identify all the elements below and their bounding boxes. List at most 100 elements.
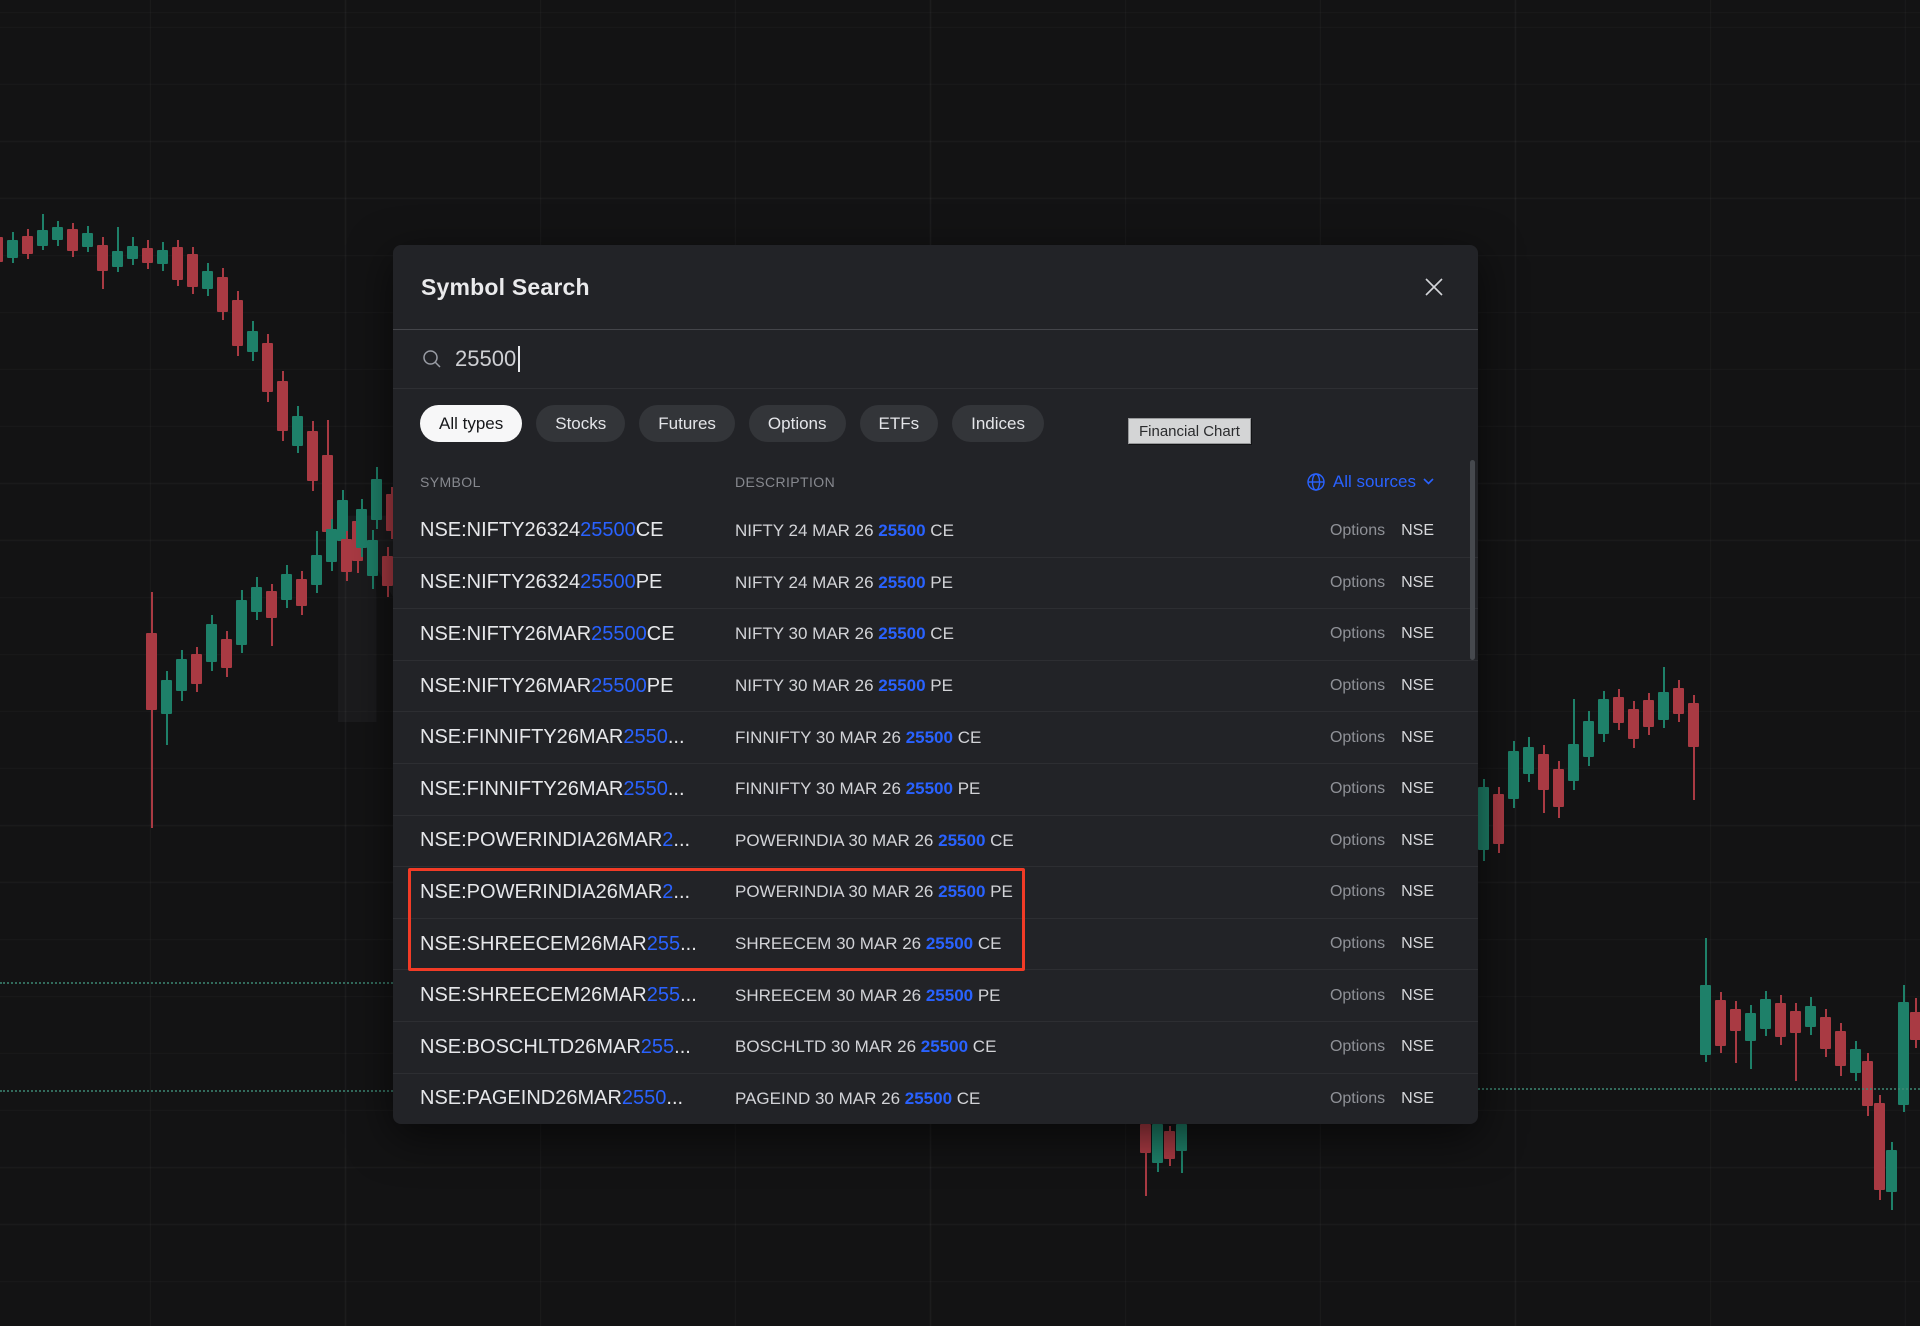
symbol-row[interactable]: NSE:PAGEIND26MAR2550... PAGEIND 30 MAR 2… xyxy=(393,1073,1478,1124)
sources-label: All sources xyxy=(1333,472,1416,492)
exchange-label: NSE xyxy=(1401,1090,1434,1108)
dotted-price-line xyxy=(0,982,393,984)
type-label: Options xyxy=(1330,935,1385,953)
exchange-label: NSE xyxy=(1401,574,1434,592)
scrollbar-thumb[interactable] xyxy=(1470,460,1475,660)
symbol-cell: NSE:NIFTY26MAR25500PE xyxy=(420,675,735,698)
type-label: Options xyxy=(1330,883,1385,901)
symbol-cell: NSE:SHREECEM26MAR255... xyxy=(420,984,735,1007)
search-value: 25500 xyxy=(455,346,516,372)
symbol-row[interactable]: NSE:POWERINDIA26MAR2... POWERINDIA 30 MA… xyxy=(393,866,1478,918)
symbol-row[interactable]: NSE:NIFTY2632425500CE NIFTY 24 MAR 26 25… xyxy=(393,505,1478,557)
tab-options[interactable]: Options xyxy=(749,405,846,442)
symbol-cell: NSE:POWERINDIA26MAR2... xyxy=(420,881,735,904)
chevron-down-icon xyxy=(1423,478,1434,485)
exchange-label: NSE xyxy=(1401,729,1434,747)
symbol-cell: NSE:SHREECEM26MAR255... xyxy=(420,933,735,956)
type-label: Options xyxy=(1330,1038,1385,1056)
row-meta: Options NSE xyxy=(1330,935,1434,953)
symbol-cell: NSE:NIFTY2632425500CE xyxy=(420,519,735,542)
type-label: Options xyxy=(1330,522,1385,540)
tab-indices[interactable]: Indices xyxy=(952,405,1044,442)
symbol-cell: NSE:FINNIFTY26MAR2550... xyxy=(420,778,735,801)
description-cell: POWERINDIA 30 MAR 26 25500 PE xyxy=(735,882,1330,902)
description-cell: SHREECEM 30 MAR 26 25500 PE xyxy=(735,986,1330,1006)
symbol-row[interactable]: NSE:NIFTY2632425500PE NIFTY 24 MAR 26 25… xyxy=(393,557,1478,609)
symbol-cell: NSE:NIFTY2632425500PE xyxy=(420,571,735,594)
type-filter-tabs: All types Stocks Futures Options ETFs Indices xyxy=(393,389,1478,458)
search-results-list: NSE:NIFTY2632425500CE NIFTY 24 MAR 26 25… xyxy=(393,505,1478,1124)
row-meta: Options NSE xyxy=(1330,780,1434,798)
exchange-label: NSE xyxy=(1401,987,1434,1005)
row-meta: Options NSE xyxy=(1330,574,1434,592)
type-label: Options xyxy=(1330,677,1385,695)
tab-etfs[interactable]: ETFs xyxy=(860,405,939,442)
description-cell: NIFTY 30 MAR 26 25500 PE xyxy=(735,676,1330,696)
search-input[interactable]: 25500 xyxy=(393,330,1478,389)
dialog-title: Symbol Search xyxy=(421,274,590,301)
tab-stocks[interactable]: Stocks xyxy=(536,405,625,442)
financial-chart-tooltip: Financial Chart xyxy=(1128,418,1251,444)
type-label: Options xyxy=(1330,780,1385,798)
symbol-row[interactable]: NSE:FINNIFTY26MAR2550... FINNIFTY 30 MAR… xyxy=(393,763,1478,815)
row-meta: Options NSE xyxy=(1330,625,1434,643)
dotted-price-line xyxy=(1478,1088,1920,1090)
row-meta: Options NSE xyxy=(1330,1090,1434,1108)
symbol-row[interactable]: NSE:SHREECEM26MAR255... SHREECEM 30 MAR … xyxy=(393,918,1478,970)
symbol-cell: NSE:FINNIFTY26MAR2550... xyxy=(420,726,735,749)
row-meta: Options NSE xyxy=(1330,677,1434,695)
symbol-row[interactable]: NSE:NIFTY26MAR25500PE NIFTY 30 MAR 26 25… xyxy=(393,660,1478,712)
description-cell: PAGEIND 30 MAR 26 25500 CE xyxy=(735,1089,1330,1109)
description-cell: NIFTY 30 MAR 26 25500 CE xyxy=(735,624,1330,644)
description-cell: NIFTY 24 MAR 26 25500 CE xyxy=(735,521,1330,541)
row-meta: Options NSE xyxy=(1330,883,1434,901)
dialog-header: Symbol Search xyxy=(393,245,1478,330)
type-label: Options xyxy=(1330,729,1385,747)
row-meta: Options NSE xyxy=(1330,832,1434,850)
description-cell: POWERINDIA 30 MAR 26 25500 CE xyxy=(735,831,1330,851)
row-meta: Options NSE xyxy=(1330,987,1434,1005)
symbol-row[interactable]: NSE:SHREECEM26MAR255... SHREECEM 30 MAR … xyxy=(393,969,1478,1021)
row-meta: Options NSE xyxy=(1330,729,1434,747)
close-button[interactable] xyxy=(1416,269,1452,305)
exchange-label: NSE xyxy=(1401,832,1434,850)
description-cell: BOSCHLTD 30 MAR 26 25500 CE xyxy=(735,1037,1330,1057)
tab-all-types[interactable]: All types xyxy=(420,405,522,442)
symbol-row[interactable]: NSE:BOSCHLTD26MAR255... BOSCHLTD 30 MAR … xyxy=(393,1021,1478,1073)
description-cell: SHREECEM 30 MAR 26 25500 CE xyxy=(735,934,1330,954)
symbol-row[interactable]: NSE:POWERINDIA26MAR2... POWERINDIA 30 MA… xyxy=(393,815,1478,867)
column-header-symbol: SYMBOL xyxy=(420,474,735,490)
exchange-label: NSE xyxy=(1401,522,1434,540)
symbol-cell: NSE:POWERINDIA26MAR2... xyxy=(420,829,735,852)
sources-dropdown-button[interactable]: All sources xyxy=(1306,472,1434,492)
type-label: Options xyxy=(1330,987,1385,1005)
description-cell: FINNIFTY 30 MAR 26 25500 PE xyxy=(735,779,1330,799)
dotted-price-line xyxy=(0,1090,393,1092)
close-icon xyxy=(1422,275,1446,299)
exchange-label: NSE xyxy=(1401,677,1434,695)
exchange-label: NSE xyxy=(1401,883,1434,901)
symbol-row[interactable]: NSE:NIFTY26MAR25500CE NIFTY 30 MAR 26 25… xyxy=(393,608,1478,660)
type-label: Options xyxy=(1330,625,1385,643)
text-caret xyxy=(518,346,520,372)
description-cell: NIFTY 24 MAR 26 25500 PE xyxy=(735,573,1330,593)
tab-futures[interactable]: Futures xyxy=(639,405,735,442)
column-header-description: DESCRIPTION xyxy=(735,474,1306,490)
symbol-cell: NSE:PAGEIND26MAR2550... xyxy=(420,1087,735,1110)
symbol-search-dialog: Symbol Search 25500 All types Stocks Futur… xyxy=(393,245,1478,1124)
exchange-label: NSE xyxy=(1401,625,1434,643)
row-meta: Options NSE xyxy=(1330,1038,1434,1056)
symbol-row[interactable]: NSE:FINNIFTY26MAR2550... FINNIFTY 30 MAR… xyxy=(393,711,1478,763)
list-column-headers: SYMBOL DESCRIPTION All sources xyxy=(393,458,1478,505)
exchange-label: NSE xyxy=(1401,1038,1434,1056)
type-label: Options xyxy=(1330,1090,1385,1108)
search-icon xyxy=(421,348,443,370)
globe-icon xyxy=(1306,472,1326,492)
exchange-label: NSE xyxy=(1401,935,1434,953)
type-label: Options xyxy=(1330,574,1385,592)
symbol-cell: NSE:NIFTY26MAR25500CE xyxy=(420,623,735,646)
type-label: Options xyxy=(1330,832,1385,850)
row-meta: Options NSE xyxy=(1330,522,1434,540)
symbol-cell: NSE:BOSCHLTD26MAR255... xyxy=(420,1036,735,1059)
exchange-label: NSE xyxy=(1401,780,1434,798)
